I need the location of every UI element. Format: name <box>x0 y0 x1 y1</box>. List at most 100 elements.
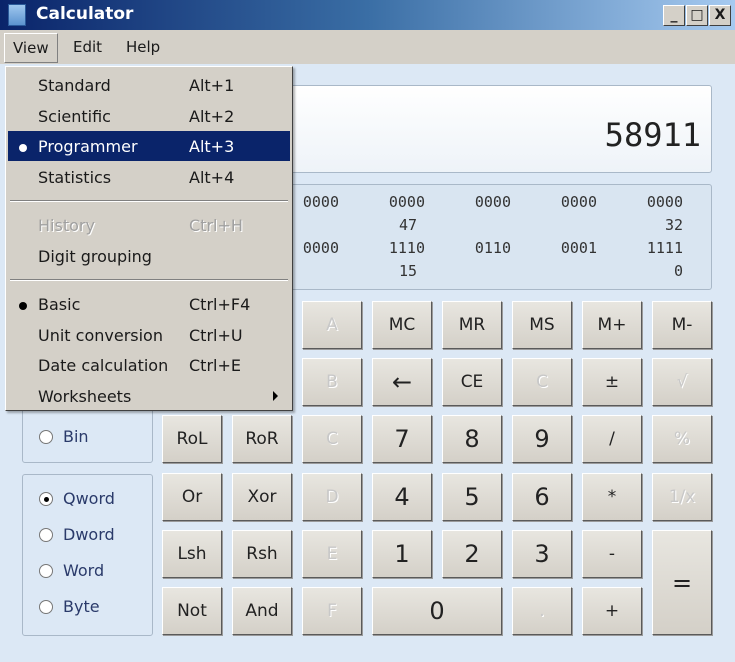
menu-item-scientific[interactable]: Scientific Alt+2 <box>8 101 290 131</box>
submenu-arrow-icon <box>273 390 278 401</box>
menu-item-programmer[interactable]: Programmer Alt+3 <box>8 131 290 161</box>
menu-item-statistics[interactable]: Statistics Alt+4 <box>8 162 290 192</box>
bit-group: 1110 <box>388 239 425 257</box>
a-button[interactable]: A <box>302 301 362 349</box>
7-button[interactable]: 7 <box>372 415 432 463</box>
negate-button[interactable]: ± <box>582 358 642 406</box>
menu-item-basic[interactable]: Basic Ctrl+F4 <box>8 289 290 319</box>
radio-word[interactable]: Word <box>39 561 104 580</box>
menu-item-label: Digit grouping <box>38 246 152 266</box>
9-button[interactable]: 9 <box>512 415 572 463</box>
bit-group: 0000 <box>474 193 511 211</box>
c-button[interactable]: C <box>302 415 362 463</box>
menu-item-unit-conversion[interactable]: Unit conversion Ctrl+U <box>8 320 290 350</box>
e-button[interactable]: E <box>302 530 362 578</box>
menu-item-shortcut: Ctrl+H <box>189 216 243 235</box>
menu-item-digit-grouping[interactable]: Digit grouping <box>8 241 290 271</box>
b-button[interactable]: B <box>302 358 362 406</box>
ms-button[interactable]: MS <box>512 301 572 349</box>
menu-item-label: Unit conversion <box>38 325 163 345</box>
equals-button[interactable]: = <box>652 530 712 635</box>
maximize-button[interactable]: □ <box>686 5 708 26</box>
display-value: 58911 <box>604 116 701 154</box>
and-button[interactable]: And <box>232 587 292 635</box>
c-button[interactable]: C <box>512 358 572 406</box>
menu-item-standard[interactable]: Standard Alt+1 <box>8 70 290 100</box>
calculator-app-icon <box>8 4 26 26</box>
subtract-button[interactable]: - <box>582 530 642 578</box>
menu-item-date-calculation[interactable]: Date calculation Ctrl+E <box>8 350 290 380</box>
bit-group: 0001 <box>560 239 597 257</box>
rsh-button[interactable]: Rsh <box>232 530 292 578</box>
5-button[interactable]: 5 <box>442 473 502 521</box>
radio-label: Dword <box>63 525 115 544</box>
m-button[interactable]: M- <box>652 301 712 349</box>
bit-group: 0000 <box>646 193 683 211</box>
bit-position-label: 32 <box>664 216 683 234</box>
xor-button[interactable]: Xor <box>232 473 292 521</box>
0-button[interactable]: 0 <box>372 587 502 635</box>
title-bar: Calculator _ □ X <box>0 0 735 30</box>
mr-button[interactable]: MR <box>442 301 502 349</box>
add-button[interactable]: + <box>582 587 642 635</box>
not-button[interactable]: Not <box>162 587 222 635</box>
reciprocal-button[interactable]: 1/x <box>652 473 712 521</box>
menu-item-shortcut: Ctrl+U <box>189 325 243 345</box>
menu-item-worksheets[interactable]: Worksheets <box>8 381 290 411</box>
or-button[interactable]: Or <box>162 473 222 521</box>
menu-item-label: Scientific <box>38 106 111 126</box>
bit-group: 0000 <box>388 193 425 211</box>
bullet-icon <box>19 302 27 310</box>
bit-group: 0000 <box>560 193 597 211</box>
menu-bar: View Edit Help <box>0 30 735 64</box>
decimal-button[interactable]: . <box>512 587 572 635</box>
multiply-button[interactable]: * <box>582 473 642 521</box>
lsh-button[interactable]: Lsh <box>162 530 222 578</box>
bullet-icon <box>19 144 27 152</box>
ce-button[interactable]: CE <box>442 358 502 406</box>
menu-help[interactable]: Help <box>126 38 160 56</box>
radix-group: Bin <box>22 406 153 463</box>
close-button[interactable]: X <box>709 5 731 26</box>
radio-circle <box>39 528 53 542</box>
menu-item-label: Programmer <box>38 137 138 156</box>
bit-group: 1111 <box>646 239 683 257</box>
menu-edit[interactable]: Edit <box>73 38 102 56</box>
minimize-button[interactable]: _ <box>663 5 685 26</box>
divide-button[interactable]: / <box>582 415 642 463</box>
radio-dword[interactable]: Dword <box>39 525 115 544</box>
menu-item-label: History <box>38 216 95 235</box>
menu-item-label: Basic <box>38 295 81 314</box>
menu-item-shortcut: Alt+1 <box>189 76 235 95</box>
radio-bin[interactable]: Bin <box>39 427 89 446</box>
menu-item-shortcut: Ctrl+E <box>189 356 241 375</box>
percent-button[interactable]: % <box>652 415 712 463</box>
menu-separator <box>10 200 288 202</box>
radio-label: Word <box>63 561 105 580</box>
8-button[interactable]: 8 <box>442 415 502 463</box>
1-button[interactable]: 1 <box>372 530 432 578</box>
m-button[interactable]: M+ <box>582 301 642 349</box>
sqrt-button[interactable]: √ <box>652 358 712 406</box>
4-button[interactable]: 4 <box>372 473 432 521</box>
menu-item-label: Worksheets <box>38 386 132 406</box>
menu-view[interactable]: View <box>4 33 58 63</box>
2-button[interactable]: 2 <box>442 530 502 578</box>
radio-byte[interactable]: Byte <box>39 597 100 616</box>
menu-item-shortcut: Alt+2 <box>189 106 235 126</box>
radio-circle <box>39 564 53 578</box>
radio-qword[interactable]: Qword <box>39 489 115 508</box>
menu-separator <box>10 279 288 281</box>
mc-button[interactable]: MC <box>372 301 432 349</box>
radio-circle <box>39 492 53 506</box>
3-button[interactable]: 3 <box>512 530 572 578</box>
6-button[interactable]: 6 <box>512 473 572 521</box>
d-button[interactable]: D <box>302 473 362 521</box>
word-size-group: Qword Dword Word Byte <box>22 474 153 636</box>
ror-button[interactable]: RoR <box>232 415 292 463</box>
backspace-button[interactable]: ← <box>372 358 432 406</box>
bit-display: 0000 0000 0000 0000 0000 0000 1110 0110 0001 1111… <box>280 184 712 290</box>
rol-button[interactable]: RoL <box>162 415 222 463</box>
f-button[interactable]: F <box>302 587 362 635</box>
bit-group: 0110 <box>474 239 511 257</box>
